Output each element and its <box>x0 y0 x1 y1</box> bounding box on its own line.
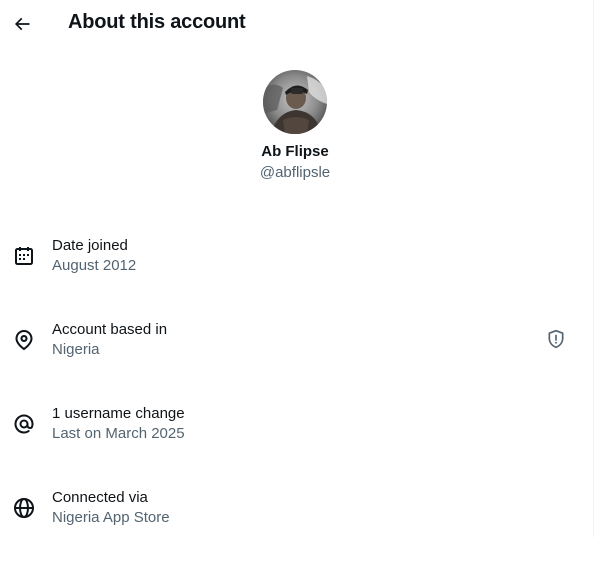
detail-label: Date joined <box>52 237 128 254</box>
avatar-image <box>263 70 327 134</box>
detail-row-connected-via: Connected via Nigeria App Store <box>0 488 594 572</box>
detail-label: Connected via <box>52 489 148 506</box>
calendar-icon <box>12 244 36 268</box>
detail-row-date-joined: Date joined August 2012 <box>0 236 594 320</box>
detail-row-username-change: 1 username change Last on March 2025 <box>0 404 594 488</box>
arrow-left-icon <box>14 17 30 31</box>
page-title: About this account <box>68 11 246 33</box>
panel-border <box>593 0 600 537</box>
shield-alert-icon[interactable] <box>546 329 566 349</box>
avatar[interactable] <box>263 70 327 134</box>
detail-value: August 2012 <box>52 257 137 274</box>
page-header: About this account <box>0 0 594 48</box>
detail-value: Last on March 2025 <box>52 425 185 442</box>
detail-value: Nigeria App Store <box>52 509 170 526</box>
at-sign-icon <box>12 412 36 436</box>
profile-name: Ab Flipse <box>261 143 329 160</box>
detail-row-account-based-in: Account based in Nigeria <box>0 320 594 404</box>
detail-label: Account based in <box>52 321 168 338</box>
profile-handle: @abflipsle <box>259 164 331 181</box>
back-button[interactable] <box>6 8 38 40</box>
location-pin-icon <box>12 328 36 352</box>
detail-value: Nigeria <box>52 341 100 358</box>
globe-icon <box>12 496 36 520</box>
detail-label: 1 username change <box>52 405 185 422</box>
